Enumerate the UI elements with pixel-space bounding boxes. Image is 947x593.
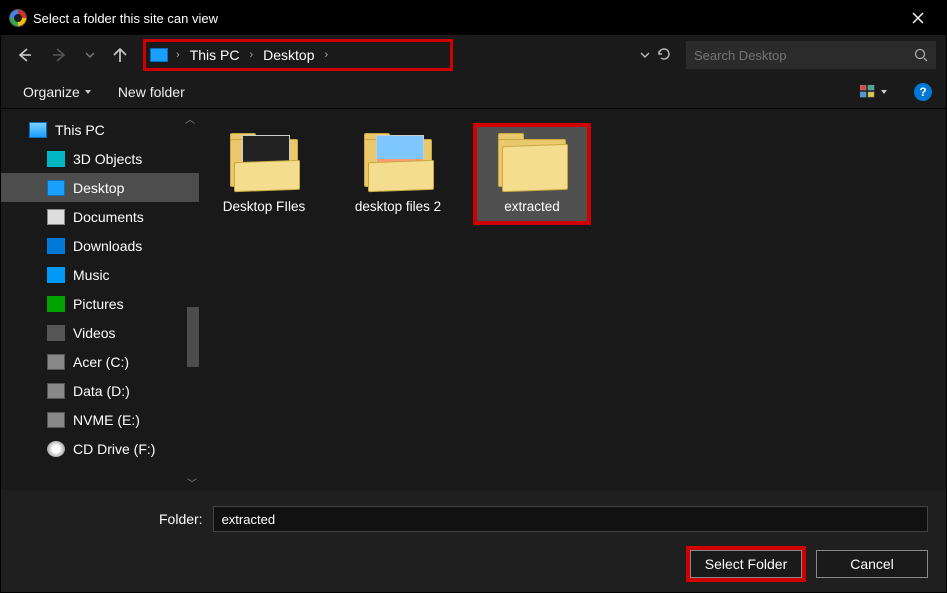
breadcrumb[interactable]: › This PC › Desktop › bbox=[143, 39, 453, 71]
close-icon bbox=[912, 12, 924, 24]
chevron-down-icon bbox=[84, 88, 92, 96]
scrollbar-thumb[interactable] bbox=[187, 307, 199, 367]
address-controls bbox=[640, 46, 676, 65]
folder-label: extracted bbox=[504, 199, 560, 215]
cancel-button[interactable]: Cancel bbox=[816, 550, 928, 578]
navbar: › This PC › Desktop › bbox=[1, 35, 946, 75]
forward-button[interactable] bbox=[47, 42, 73, 68]
arrow-right-icon bbox=[51, 46, 69, 64]
folder-icon bbox=[228, 133, 300, 193]
tree-label: Data (D:) bbox=[73, 383, 130, 399]
chevron-right-icon: › bbox=[321, 49, 333, 61]
help-button[interactable]: ? bbox=[914, 83, 932, 101]
pictures-icon bbox=[47, 296, 65, 312]
close-button[interactable] bbox=[898, 1, 938, 35]
folder-item-selected[interactable]: extracted bbox=[477, 127, 587, 221]
tree-label: Desktop bbox=[73, 180, 124, 196]
folder-field-label: Folder: bbox=[159, 511, 203, 527]
new-folder-button[interactable]: New folder bbox=[118, 84, 185, 100]
tree-label: Documents bbox=[73, 209, 144, 225]
search-input[interactable] bbox=[694, 48, 908, 63]
scroll-up-arrow[interactable]: ︿ bbox=[185, 111, 195, 126]
tree-item-downloads[interactable]: Downloads bbox=[1, 231, 199, 260]
tree-item-drive-d[interactable]: Data (D:) bbox=[1, 376, 199, 405]
thispc-icon bbox=[29, 122, 47, 138]
view-options-button[interactable] bbox=[860, 85, 888, 99]
refresh-button[interactable] bbox=[656, 46, 672, 65]
breadcrumb-item[interactable]: Desktop bbox=[261, 47, 316, 63]
navigation-tree: ︿ This PC 3D Objects Desktop Documents D… bbox=[1, 109, 199, 490]
tree-item-documents[interactable]: Documents bbox=[1, 202, 199, 231]
chevron-right-icon: › bbox=[172, 49, 184, 61]
tree-label: CD Drive (F:) bbox=[73, 441, 155, 457]
search-box[interactable] bbox=[686, 41, 936, 69]
chevron-down-icon bbox=[85, 50, 95, 60]
download-icon bbox=[47, 238, 65, 254]
chevron-down-icon bbox=[640, 50, 650, 60]
tree-label: NVME (E:) bbox=[73, 412, 140, 428]
dialog-title: Select a folder this site can view bbox=[33, 11, 218, 26]
tree-item-videos[interactable]: Videos bbox=[1, 318, 199, 347]
drive-icon bbox=[47, 383, 65, 399]
tree-label: 3D Objects bbox=[73, 151, 142, 167]
drive-icon bbox=[47, 412, 65, 428]
tree-label: Videos bbox=[73, 325, 116, 341]
tree-item-pictures[interactable]: Pictures bbox=[1, 289, 199, 318]
tree-label: Music bbox=[73, 267, 110, 283]
back-button[interactable] bbox=[11, 42, 37, 68]
tree-scrollbar[interactable]: ﹀ bbox=[185, 127, 199, 490]
search-icon bbox=[914, 48, 928, 62]
folder-item[interactable]: Desktop FIles bbox=[209, 127, 319, 221]
chevron-right-icon: › bbox=[245, 49, 257, 61]
folder-name-input[interactable] bbox=[213, 506, 928, 532]
refresh-icon bbox=[656, 46, 672, 62]
folder-icon bbox=[496, 133, 568, 193]
cd-icon bbox=[47, 441, 65, 457]
tree-item-desktop[interactable]: Desktop bbox=[1, 173, 199, 202]
tree-item-3dobjects[interactable]: 3D Objects bbox=[1, 144, 199, 173]
arrow-left-icon bbox=[15, 46, 33, 64]
scroll-down-arrow[interactable]: ﹀ bbox=[185, 475, 199, 490]
tree-item-music[interactable]: Music bbox=[1, 260, 199, 289]
music-icon bbox=[47, 267, 65, 283]
tree-label: Acer (C:) bbox=[73, 354, 129, 370]
folder-icon bbox=[362, 133, 434, 193]
recent-dropdown[interactable] bbox=[83, 42, 97, 68]
select-folder-button[interactable]: Select Folder bbox=[690, 550, 802, 578]
titlebar: Select a folder this site can view bbox=[1, 1, 946, 35]
folder-label: desktop files 2 bbox=[355, 199, 441, 215]
cube-icon bbox=[47, 151, 65, 167]
organize-label: Organize bbox=[23, 84, 80, 100]
breadcrumb-item[interactable]: This PC bbox=[188, 47, 242, 63]
thispc-icon bbox=[150, 48, 168, 62]
tree-item-drive-e[interactable]: NVME (E:) bbox=[1, 405, 199, 434]
chrome-icon bbox=[9, 9, 27, 27]
folder-content[interactable]: Desktop FIles desktop files 2 extracted bbox=[199, 109, 946, 490]
desktop-icon bbox=[47, 180, 65, 196]
view-icon bbox=[860, 85, 876, 99]
tree-item-drive-c[interactable]: Acer (C:) bbox=[1, 347, 199, 376]
body: ︿ This PC 3D Objects Desktop Documents D… bbox=[1, 109, 946, 490]
toolbar: Organize New folder ? bbox=[1, 75, 946, 109]
folder-picker-dialog: Select a folder this site can view › Thi… bbox=[0, 0, 947, 593]
organize-menu[interactable]: Organize bbox=[23, 84, 92, 100]
bottom-bar: Folder: Select Folder Cancel bbox=[1, 490, 946, 592]
drive-icon bbox=[47, 354, 65, 370]
tree-item-thispc[interactable]: This PC bbox=[1, 115, 199, 144]
videos-icon bbox=[47, 325, 65, 341]
history-dropdown[interactable] bbox=[640, 47, 650, 63]
document-icon bbox=[47, 209, 65, 225]
folder-label: Desktop FIles bbox=[223, 199, 306, 215]
arrow-up-icon bbox=[111, 46, 129, 64]
folder-name-row: Folder: bbox=[19, 506, 928, 532]
tree-label: Pictures bbox=[73, 296, 124, 312]
tree-label: Downloads bbox=[73, 238, 142, 254]
tree-item-cd-drive[interactable]: CD Drive (F:) bbox=[1, 434, 199, 463]
tree-label: This PC bbox=[55, 122, 105, 138]
chevron-down-icon bbox=[880, 88, 888, 96]
folder-item[interactable]: desktop files 2 bbox=[343, 127, 453, 221]
up-button[interactable] bbox=[107, 42, 133, 68]
